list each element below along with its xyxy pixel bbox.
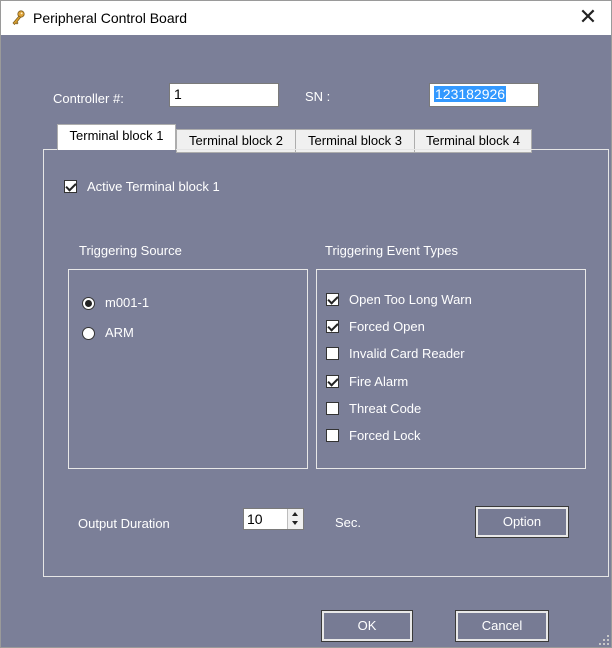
active-terminal-block-label: Active Terminal block 1 <box>87 179 220 194</box>
event-fire-alarm-label: Fire Alarm <box>349 374 409 389</box>
event-threat-code-checkbox[interactable] <box>326 402 339 415</box>
resize-grip-icon[interactable] <box>599 635 609 645</box>
title-bar: Peripheral Control Board ✕ <box>1 1 611 35</box>
radio-arm-label: ARM <box>105 325 134 340</box>
peripheral-control-board-window: Peripheral Control Board ✕ Controller #:… <box>0 0 612 648</box>
stepper-down-icon[interactable] <box>288 519 302 528</box>
ok-button[interactable]: OK <box>321 610 413 642</box>
app-icon <box>12 10 25 25</box>
triggering-source-title: Triggering Source <box>79 243 182 258</box>
radio-arm[interactable] <box>82 327 95 340</box>
output-duration-value: 10 <box>247 511 263 527</box>
tab-terminal-block-1[interactable]: Terminal block 1 <box>57 124 176 150</box>
event-threat-code-label: Threat Code <box>349 401 422 416</box>
controller-label: Controller #: <box>53 91 124 106</box>
event-open-too-long-warn-label: Open Too Long Warn <box>349 292 472 307</box>
event-invalid-card-reader-checkbox[interactable] <box>326 347 339 360</box>
event-forced-lock-checkbox[interactable] <box>326 429 339 442</box>
cancel-button[interactable]: Cancel <box>455 610 549 642</box>
event-open-too-long-warn-checkbox[interactable] <box>326 293 339 306</box>
output-duration-label: Output Duration <box>78 516 170 531</box>
event-fire-alarm-checkbox[interactable] <box>326 375 339 388</box>
triggering-events-title: Triggering Event Types <box>325 243 458 258</box>
window-title: Peripheral Control Board <box>33 10 188 26</box>
output-duration-stepper[interactable]: 10 <box>243 508 304 530</box>
triggering-source-group <box>68 269 308 469</box>
event-forced-open-label: Forced Open <box>349 319 425 334</box>
option-button[interactable]: Option <box>475 506 569 538</box>
close-icon: ✕ <box>578 5 598 30</box>
stepper-up-icon[interactable] <box>288 509 302 518</box>
controller-value: 1 <box>174 86 182 102</box>
controller-input[interactable]: 1 <box>169 83 279 107</box>
event-invalid-card-reader-label: Invalid Card Reader <box>349 346 465 361</box>
event-forced-lock-label: Forced Lock <box>349 428 421 443</box>
radio-m001-1[interactable] <box>82 297 95 310</box>
radio-m001-1-label: m001-1 <box>105 295 150 310</box>
sec-label: Sec. <box>335 515 362 530</box>
sn-value: 123182926 <box>434 86 507 102</box>
sn-input[interactable]: 123182926 <box>429 83 539 107</box>
active-terminal-block-checkbox[interactable] <box>64 180 77 193</box>
sn-label: SN : <box>305 89 331 104</box>
close-button[interactable]: ✕ <box>565 1 611 35</box>
event-forced-open-checkbox[interactable] <box>326 320 339 333</box>
stepper-buttons <box>287 509 303 529</box>
